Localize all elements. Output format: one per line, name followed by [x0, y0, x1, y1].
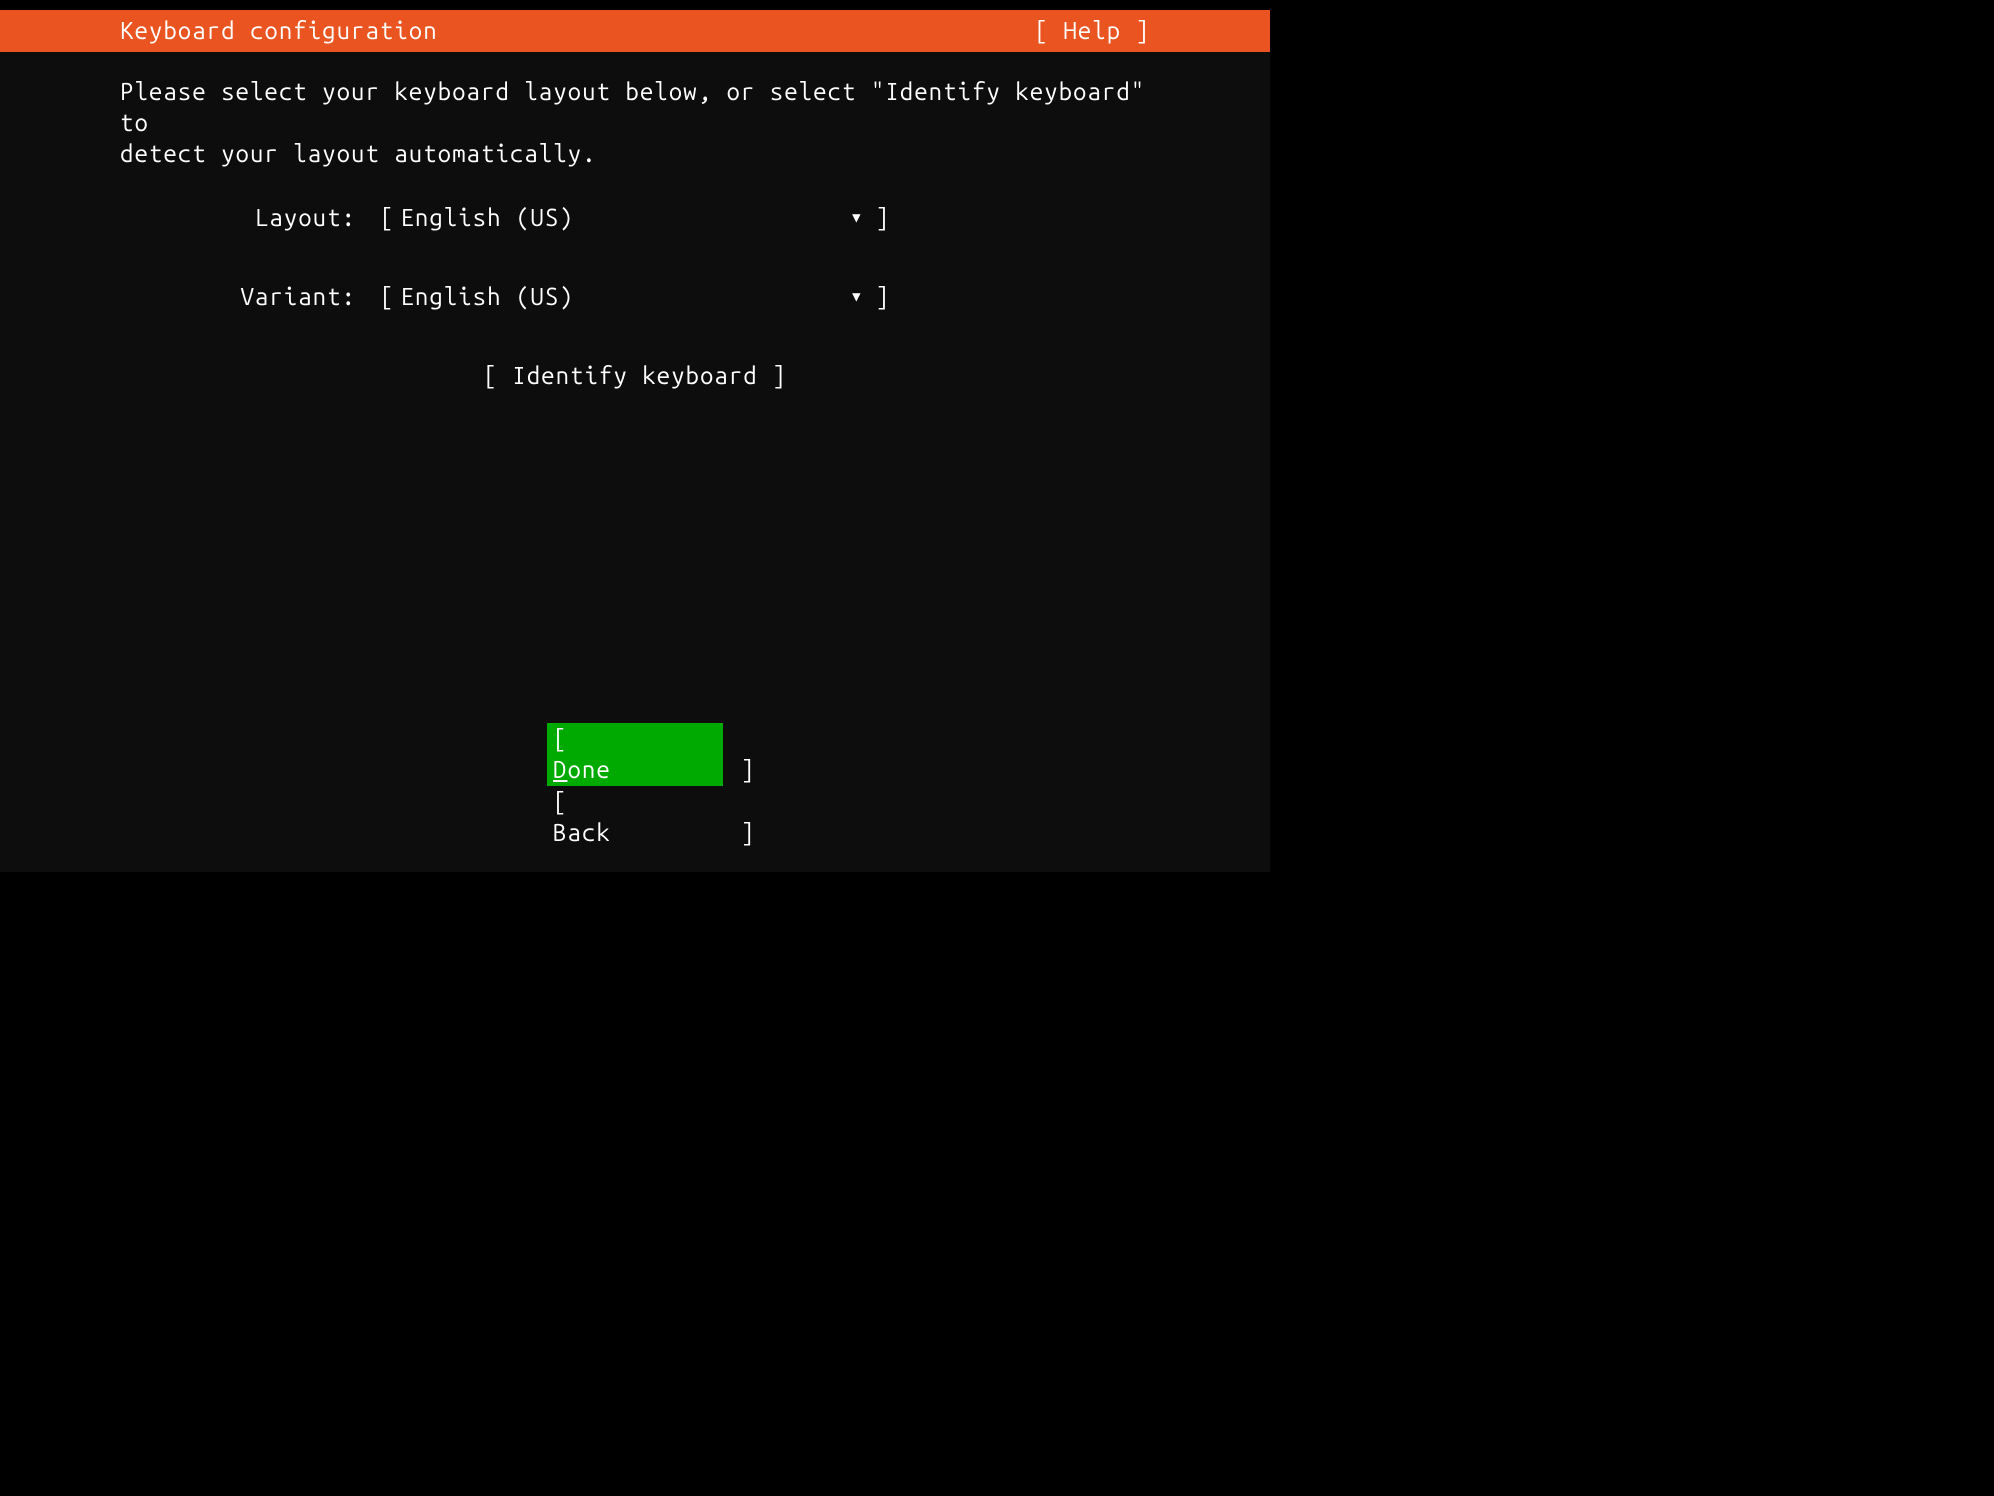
footer-buttons: [ Done ] [ Back ] [547, 723, 723, 848]
chevron-down-icon: ▼ [852, 208, 861, 226]
bracket-open: [ [380, 281, 394, 312]
variant-value: English (US) [400, 281, 852, 312]
layout-dropdown[interactable]: [ English (US) ▼ ] [380, 202, 890, 233]
help-button[interactable]: [ Help ] [1034, 15, 1150, 46]
done-hotkey-letter: D [553, 756, 567, 783]
back-label: Back [553, 819, 611, 846]
bracket-close: ] [876, 202, 890, 233]
identify-keyboard-button[interactable]: [ Identify keyboard ] [120, 360, 1150, 391]
page-title: Keyboard configuration [120, 15, 438, 46]
bracket-open: [ [380, 202, 394, 233]
variant-label: Variant: [120, 281, 380, 312]
chevron-down-icon: ▼ [852, 287, 861, 305]
variant-row: Variant: [ English (US) ▼ ] [120, 281, 1150, 312]
layout-label: Layout: [120, 202, 380, 233]
layout-row: Layout: [ English (US) ▼ ] [120, 202, 1150, 233]
back-button[interactable]: [ Back ] [547, 786, 723, 848]
done-button[interactable]: [ Done ] [547, 723, 723, 785]
instruction-text: Please select your keyboard layout below… [120, 76, 1150, 170]
variant-dropdown[interactable]: [ English (US) ▼ ] [380, 281, 890, 312]
content-area: Please select your keyboard layout below… [0, 52, 1270, 872]
header-bar: Keyboard configuration [ Help ] [0, 10, 1270, 52]
layout-value: English (US) [400, 202, 852, 233]
done-label-rest: one [567, 756, 610, 783]
bracket-close: ] [876, 281, 890, 312]
